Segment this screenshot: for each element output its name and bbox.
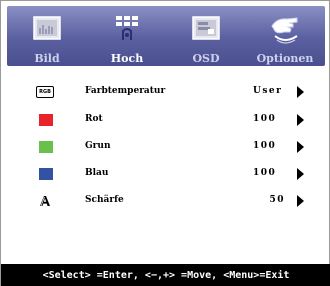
menu-row-blau[interactable]: Blau 100 [25,165,307,183]
tab-bild-label: Bild [34,52,60,65]
red-square-icon [39,114,53,126]
row-value: 100 [253,168,277,178]
sharpness-icon [39,195,53,207]
tab-optionen[interactable]: Optionen [245,6,325,66]
row-value: User [253,86,283,96]
row-label: Blau [85,168,109,178]
status-bar: <Select> =Enter, <−,+> =Move, <Menu>=Exi… [1,264,330,286]
rgb-icon: RGB [36,86,54,98]
advanced-icon [112,14,142,47]
osd-menu: Bild Hoch OSD Optionen RGB Farbtemperatu… [0,0,330,286]
tab-osd-label: OSD [192,52,220,65]
right-arrow-icon[interactable] [297,114,304,126]
menu-row-farbtemperatur[interactable]: RGB Farbtemperatur User [25,83,307,101]
menu-row-rot[interactable]: Rot 100 [25,111,307,129]
tab-osd[interactable]: OSD [166,6,246,66]
menu-row-schaerfe[interactable]: Schärfe 50 [25,192,307,210]
right-arrow-icon[interactable] [297,86,304,98]
tab-optionen-label: Optionen [256,52,314,65]
green-square-icon [39,141,53,153]
row-label: Grun [85,141,111,151]
blue-square-icon [39,168,53,180]
tab-hoch-label: Hoch [110,52,144,65]
tab-bild[interactable]: Bild [7,6,87,66]
row-label: Farbtemperatur [85,86,166,96]
row-label: Rot [85,114,103,124]
row-value: 100 [253,141,277,151]
picture-icon [32,14,62,47]
row-value: 50 [269,195,285,205]
tab-hoch[interactable]: Hoch [87,6,167,66]
osd-icon [191,14,221,47]
row-value: 100 [253,114,277,124]
tab-bar: Bild Hoch OSD Optionen [7,6,325,66]
right-arrow-icon[interactable] [297,195,304,207]
right-arrow-icon[interactable] [297,141,304,153]
right-arrow-icon[interactable] [297,168,304,180]
menu-row-grun[interactable]: Grun 100 [25,138,307,156]
options-hand-icon [269,14,301,47]
row-label: Schärfe [85,195,124,205]
